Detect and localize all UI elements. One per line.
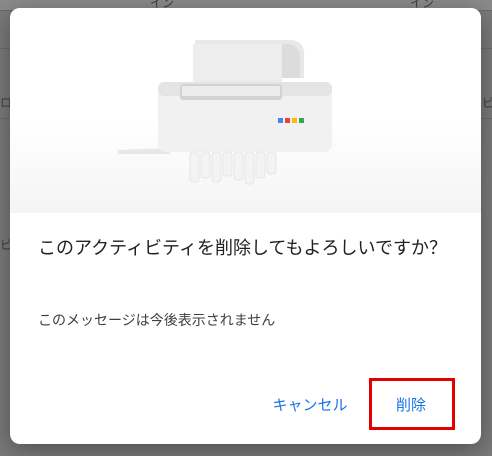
dialog-message: このメッセージは今後表示されません	[38, 313, 276, 329]
illustration-area	[10, 8, 481, 213]
delete-button-highlight	[369, 378, 455, 430]
dialog-title: このアクティビティを削除してもよろしいですか？	[38, 238, 447, 259]
background-text: ビ	[482, 96, 492, 110]
delete-activity-dialog: このアクティビティを削除してもよろしいですか？ このメッセージは今後表示されませ…	[10, 8, 481, 444]
cancel-button[interactable]: キャンセル	[264, 390, 356, 418]
paper-shredder-illustration	[118, 40, 332, 185]
